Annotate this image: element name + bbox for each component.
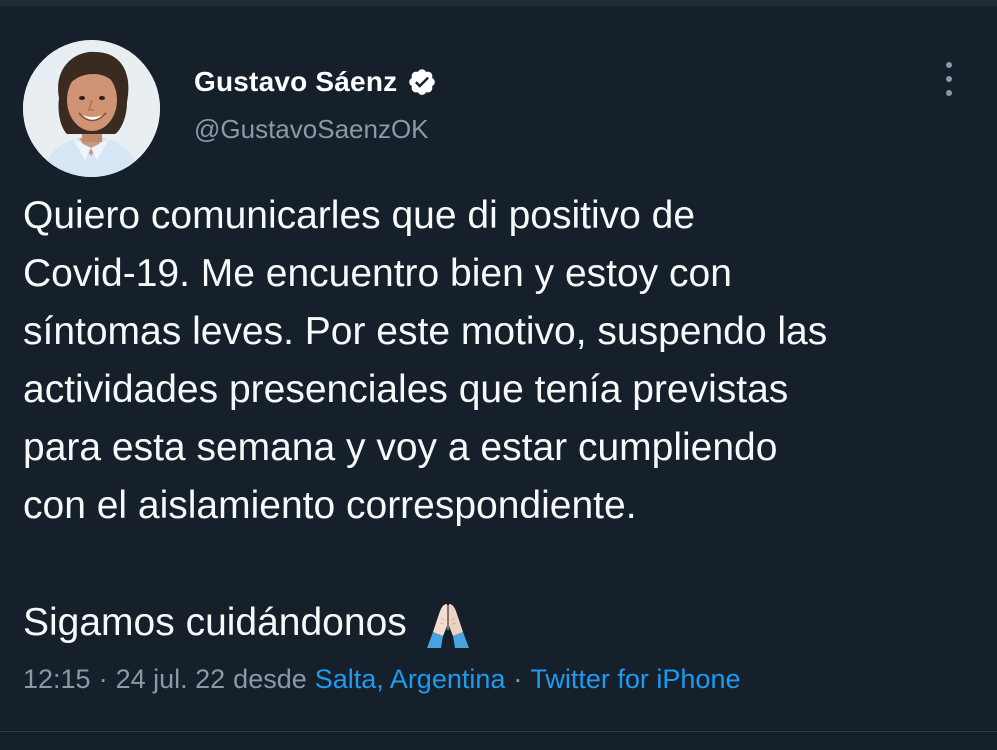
tweet-line: Covid-19. Me encuentro bien y estoy con (23, 252, 732, 295)
tweet-source-link[interactable]: Twitter for iPhone (530, 664, 740, 695)
tweet-line: síntomas leves. Por este motivo, suspend… (23, 310, 828, 353)
tweet-text: Quiero comunicarles que di positivo de C… (23, 187, 983, 535)
tweet-closing-text: Sigamos cuidándonos (23, 601, 407, 644)
tweet-line: con el aislamiento correspondiente. (23, 484, 637, 527)
meta-separator: · (513, 664, 523, 694)
meta-desde: desde (233, 664, 307, 694)
author-avatar[interactable] (23, 40, 160, 177)
more-dot (946, 62, 952, 68)
more-dot (946, 90, 952, 96)
tweet-closing-line: Sigamos cuidándonos (23, 594, 475, 652)
more-dot (946, 76, 952, 82)
divider (0, 731, 997, 732)
tweet-time[interactable]: 12:15 (23, 664, 91, 695)
tweet-meta: 12:15 · 24 jul. 22 desde Salta, Argentin… (23, 664, 740, 695)
tweet-card: Gustavo Sáenz @GustavoSaenzOK Quiero com… (0, 0, 997, 750)
author-display-name[interactable]: Gustavo Sáenz (194, 66, 397, 98)
tweet-date[interactable]: 24 jul. 22 (116, 664, 226, 695)
folded-hands-icon (421, 596, 475, 650)
more-options-icon[interactable] (936, 62, 962, 96)
profile-photo (23, 40, 160, 177)
meta-separator: · (98, 664, 108, 694)
tweet-line: para esta semana y voy a estar cumpliend… (23, 426, 778, 469)
tweet-line: actividades presenciales que tenía previ… (23, 368, 789, 411)
author-name-row: Gustavo Sáenz (194, 66, 437, 98)
tweet-location-link[interactable]: Salta, Argentina (315, 664, 506, 695)
author-handle[interactable]: @GustavoSaenzOK (194, 114, 429, 145)
verified-badge-icon (407, 67, 437, 97)
tweet-line: Quiero comunicarles que di positivo de (23, 194, 696, 237)
